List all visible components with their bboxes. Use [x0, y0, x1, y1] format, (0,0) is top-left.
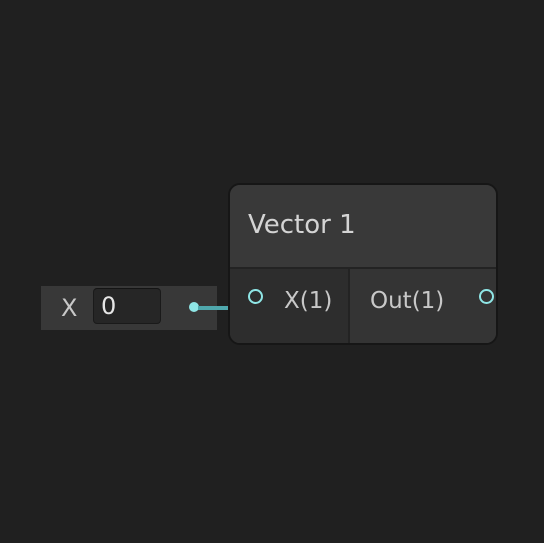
input-port-circle-icon[interactable]: [248, 289, 263, 304]
node-title: Vector 1: [248, 210, 356, 240]
node-outputs: Out(1): [350, 269, 496, 343]
input-port-x[interactable]: X(1): [230, 281, 350, 314]
node-inputs: X(1): [230, 269, 350, 343]
output-port-label: Out(1): [370, 288, 445, 314]
inline-input-x: X 0: [41, 286, 217, 330]
x-value-field[interactable]: 0: [93, 288, 161, 324]
node-header[interactable]: Vector 1: [230, 185, 496, 269]
output-port-out[interactable]: Out(1): [350, 281, 496, 314]
graph-canvas[interactable]: X 0 Vector 1 X(1) Out(1): [0, 0, 544, 543]
node-body: X(1) Out(1): [230, 269, 496, 343]
input-port-label: X(1): [284, 288, 333, 314]
inline-input-label: X: [61, 294, 78, 322]
output-port-circle-icon[interactable]: [479, 289, 494, 304]
vector1-node[interactable]: Vector 1 X(1) Out(1): [228, 183, 498, 345]
